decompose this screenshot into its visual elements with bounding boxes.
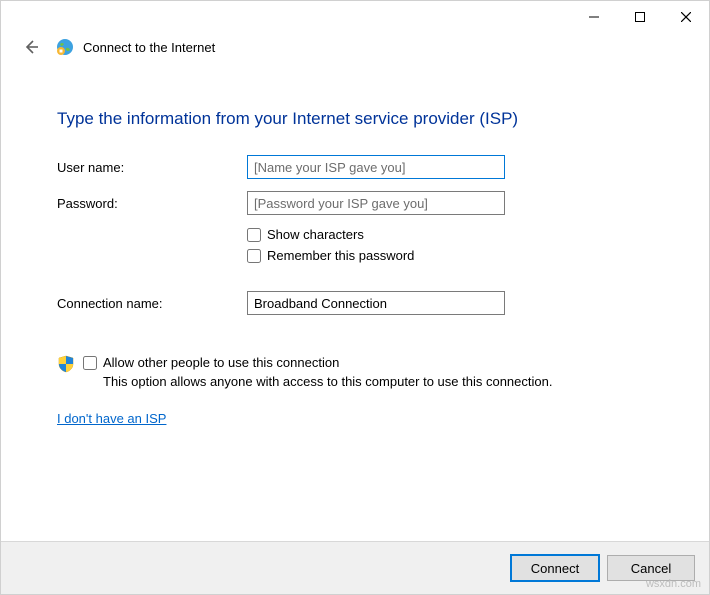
- connection-name-input[interactable]: [247, 291, 505, 315]
- allow-others-block: Allow other people to use this connectio…: [57, 355, 653, 389]
- shield-icon: [57, 355, 75, 373]
- username-row: User name:: [57, 155, 653, 179]
- connect-button[interactable]: Connect: [511, 555, 599, 581]
- connection-name-label: Connection name:: [57, 296, 247, 311]
- password-row: Password:: [57, 191, 653, 215]
- connection-name-row: Connection name:: [57, 291, 653, 315]
- show-characters-row: Show characters: [247, 227, 653, 242]
- show-characters-label: Show characters: [267, 227, 364, 242]
- no-isp-link[interactable]: I don't have an ISP: [57, 411, 166, 426]
- wizard-footer: Connect Cancel: [1, 541, 709, 594]
- wizard-title-group: Connect to the Internet: [55, 37, 215, 57]
- remember-password-checkbox[interactable]: [247, 249, 261, 263]
- maximize-button[interactable]: [617, 1, 663, 33]
- remember-password-label: Remember this password: [267, 248, 414, 263]
- wizard-body: Type the information from your Internet …: [1, 67, 709, 541]
- instruction-heading: Type the information from your Internet …: [57, 109, 653, 129]
- show-characters-checkbox[interactable]: [247, 228, 261, 242]
- allow-others-description: This option allows anyone with access to…: [103, 374, 552, 389]
- wizard-title-text: Connect to the Internet: [83, 40, 215, 55]
- password-input[interactable]: [247, 191, 505, 215]
- remember-password-row: Remember this password: [247, 248, 653, 263]
- titlebar: [1, 1, 709, 33]
- allow-others-label: Allow other people to use this connectio…: [103, 355, 339, 370]
- minimize-button[interactable]: [571, 1, 617, 33]
- globe-icon: [55, 37, 75, 57]
- close-button[interactable]: [663, 1, 709, 33]
- wizard-window: Connect to the Internet Type the informa…: [0, 0, 710, 595]
- wizard-header: Connect to the Internet: [1, 33, 709, 67]
- allow-others-checkbox[interactable]: [83, 356, 97, 370]
- username-label: User name:: [57, 160, 247, 175]
- allow-others-text: Allow other people to use this connectio…: [83, 355, 552, 389]
- back-arrow-icon[interactable]: [19, 35, 43, 59]
- username-input[interactable]: [247, 155, 505, 179]
- watermark-text: wsxdn.com: [646, 578, 701, 590]
- password-label: Password:: [57, 196, 247, 211]
